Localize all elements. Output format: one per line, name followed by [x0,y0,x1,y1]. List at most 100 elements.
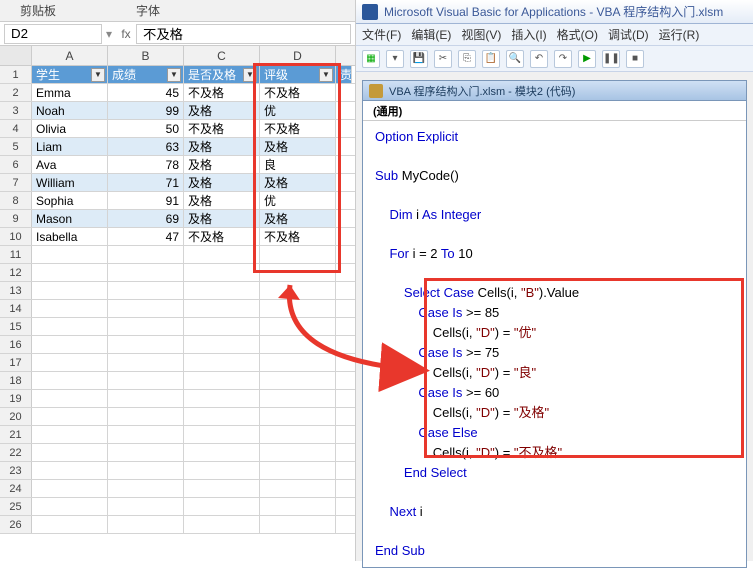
cell[interactable] [260,264,336,281]
pause-icon[interactable]: ❚❚ [602,50,620,68]
row-header[interactable]: 11 [0,246,32,263]
cell[interactable] [184,336,260,353]
cell[interactable]: 不及格 [260,120,336,137]
row-header[interactable]: 1 [0,66,32,83]
cell[interactable]: 及格 [184,156,260,173]
cell[interactable]: 及格 [260,174,336,191]
cell[interactable] [260,246,336,263]
insert-icon[interactable]: ▾ [386,50,404,68]
cell[interactable] [108,498,184,515]
cell[interactable] [108,462,184,479]
cell[interactable] [32,336,108,353]
row-header[interactable]: 7 [0,174,32,191]
cell[interactable]: 47 [108,228,184,245]
cell[interactable]: 良 [260,156,336,173]
cell[interactable] [32,408,108,425]
cell[interactable]: 及格 [184,210,260,227]
row-header[interactable]: 21 [0,426,32,443]
cell[interactable] [184,354,260,371]
cell[interactable] [260,372,336,389]
row-header[interactable]: 4 [0,120,32,137]
cell[interactable]: 及格 [260,210,336,227]
cell[interactable] [108,516,184,533]
cell[interactable] [260,300,336,317]
col-header-b[interactable]: B [108,46,184,65]
cell[interactable] [32,498,108,515]
cell[interactable] [260,498,336,515]
cell[interactable]: 及格 [184,138,260,155]
cell[interactable] [108,300,184,317]
row-header[interactable]: 23 [0,462,32,479]
menu-debug[interactable]: 调试(D) [608,26,649,43]
cell[interactable] [184,246,260,263]
menu-run[interactable]: 运行(R) [659,26,700,43]
cell[interactable]: 及格 [184,174,260,191]
filter-dropdown-icon[interactable]: ▼ [167,68,181,82]
cell[interactable] [32,282,108,299]
cell[interactable]: 不及格 [184,84,260,101]
cell[interactable] [184,408,260,425]
row-header[interactable]: 10 [0,228,32,245]
row-header[interactable]: 5 [0,138,32,155]
cell[interactable] [184,318,260,335]
row-header[interactable]: 20 [0,408,32,425]
cell[interactable] [184,480,260,497]
cell[interactable]: Isabella [32,228,108,245]
row-header[interactable]: 8 [0,192,32,209]
code-editor[interactable]: Option Explicit Sub MyCode() Dim i As In… [363,121,746,567]
cell[interactable]: William [32,174,108,191]
namebox-dropdown-icon[interactable]: ▾ [102,27,116,41]
header-cell[interactable]: 是否及格▼ [184,66,260,83]
cell[interactable] [32,300,108,317]
row-header[interactable]: 26 [0,516,32,533]
cell[interactable]: Noah [32,102,108,119]
cell[interactable] [184,282,260,299]
undo-icon[interactable]: ↶ [530,50,548,68]
cell[interactable] [184,264,260,281]
cell[interactable] [184,462,260,479]
filter-dropdown-icon[interactable]: ▼ [91,68,105,82]
cell[interactable] [260,426,336,443]
cell[interactable] [260,516,336,533]
cell[interactable]: 及格 [260,138,336,155]
cell[interactable] [260,336,336,353]
cell[interactable]: Liam [32,138,108,155]
cell[interactable] [108,282,184,299]
menu-insert[interactable]: 插入(I) [511,26,546,43]
menu-format[interactable]: 格式(O) [557,26,598,43]
row-header[interactable]: 19 [0,390,32,407]
filter-dropdown-icon[interactable]: ▼ [243,68,257,82]
cell[interactable]: 及格 [184,192,260,209]
cell[interactable] [108,426,184,443]
save-icon[interactable]: 💾 [410,50,428,68]
cell[interactable] [108,354,184,371]
worksheet[interactable]: A B C D 1 学生▼ 成绩▼ 是否及格▼ 评级▼ 责 2Emma45不及格… [0,46,355,534]
row-header[interactable]: 22 [0,444,32,461]
row-header[interactable]: 12 [0,264,32,281]
cell[interactable] [108,246,184,263]
cell[interactable] [184,498,260,515]
code-scope-dropdown[interactable]: (通用) [363,101,746,121]
row-header[interactable]: 2 [0,84,32,101]
col-header-d[interactable]: D [260,46,336,65]
cell[interactable]: 不及格 [260,84,336,101]
cell[interactable]: 不及格 [184,120,260,137]
excel-icon[interactable]: ▦ [362,50,380,68]
row-header[interactable]: 25 [0,498,32,515]
cell[interactable] [32,426,108,443]
cell[interactable]: 63 [108,138,184,155]
cell[interactable] [108,264,184,281]
cell[interactable] [184,300,260,317]
cut-icon[interactable]: ✂ [434,50,452,68]
cell[interactable] [260,318,336,335]
cell[interactable]: 优 [260,192,336,209]
cell[interactable] [184,372,260,389]
cell[interactable]: Emma [32,84,108,101]
cell[interactable] [184,444,260,461]
header-cell[interactable]: 成绩▼ [108,66,184,83]
header-cell-partial[interactable]: 责 [336,66,352,83]
cell[interactable]: Sophia [32,192,108,209]
cell[interactable] [184,426,260,443]
cell[interactable] [108,372,184,389]
row-header[interactable]: 18 [0,372,32,389]
